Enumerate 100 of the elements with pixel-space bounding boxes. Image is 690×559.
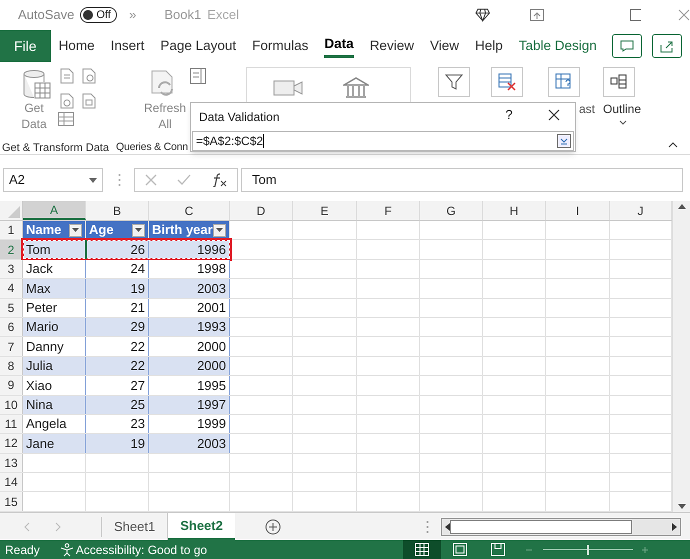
formula-field[interactable]: Tom bbox=[241, 168, 683, 192]
filter-dropdown[interactable] bbox=[69, 224, 82, 237]
normal-view-button[interactable] bbox=[403, 540, 442, 559]
row-header[interactable]: 5 bbox=[0, 298, 23, 317]
range-input[interactable]: =$A$2:$C$2 bbox=[192, 131, 574, 151]
forecast-label: ast bbox=[579, 101, 596, 118]
add-sheet-icon[interactable] bbox=[264, 518, 281, 534]
column-header[interactable]: I bbox=[546, 201, 610, 220]
collapse-icon[interactable] bbox=[668, 142, 678, 148]
ribbon-tab[interactable]: Page Layout bbox=[160, 34, 236, 58]
column-header[interactable]: F bbox=[357, 201, 420, 220]
maximize-icon[interactable] bbox=[630, 9, 642, 21]
video-camera-icon bbox=[273, 79, 303, 97]
share-button[interactable] bbox=[652, 34, 682, 58]
globe-document-icon[interactable] bbox=[60, 93, 74, 109]
column-header[interactable]: E bbox=[293, 201, 357, 220]
active-cell-border bbox=[85, 240, 87, 259]
column-header[interactable]: H bbox=[483, 201, 546, 220]
table-cell: 19 bbox=[86, 434, 149, 453]
check-icon[interactable] bbox=[177, 174, 191, 186]
comments-button[interactable] bbox=[612, 34, 642, 58]
accessibility-status[interactable]: Accessibility: Good to go bbox=[76, 540, 208, 558]
window-icon[interactable] bbox=[530, 9, 544, 21]
what-if-button[interactable] bbox=[548, 67, 580, 97]
ribbon-tab[interactable]: Review bbox=[370, 34, 414, 58]
grid-icon bbox=[415, 543, 430, 556]
dropdown-icon bbox=[89, 178, 97, 182]
dialog-title: Data Validation bbox=[199, 109, 280, 126]
table-cell: 2003 bbox=[149, 279, 230, 298]
document-icon[interactable] bbox=[60, 68, 74, 84]
row-header[interactable]: 15 bbox=[0, 492, 23, 511]
clock-document-icon[interactable] bbox=[82, 68, 96, 84]
row-header[interactable]: 4 bbox=[0, 279, 23, 298]
share-icon bbox=[660, 40, 674, 52]
row-header[interactable]: 8 bbox=[0, 356, 23, 376]
outline-button[interactable]: Outline bbox=[603, 100, 642, 118]
horizontal-scrollbar[interactable] bbox=[440, 518, 681, 536]
ribbon-tab[interactable]: Data bbox=[324, 34, 354, 58]
row-header[interactable]: 13 bbox=[0, 454, 23, 472]
close-icon[interactable] bbox=[548, 109, 560, 121]
name-box[interactable]: A2 bbox=[3, 168, 103, 192]
scroll-down-icon[interactable] bbox=[678, 504, 686, 509]
table-cell: Julia bbox=[23, 356, 86, 376]
vertical-scrollbar[interactable] bbox=[672, 201, 690, 512]
table-cell: Nina bbox=[23, 396, 86, 414]
table-question-icon bbox=[555, 73, 573, 91]
status-text: Ready bbox=[5, 542, 40, 558]
file-tab[interactable]: File bbox=[0, 30, 51, 62]
refresh-all-button[interactable]: Refresh All bbox=[143, 100, 187, 132]
row-header[interactable]: 6 bbox=[0, 318, 23, 336]
diamond-icon[interactable] bbox=[475, 8, 490, 22]
column-header[interactable]: A bbox=[23, 201, 86, 220]
page-layout-icon[interactable] bbox=[453, 543, 468, 556]
table-cell: Jack bbox=[23, 260, 86, 278]
filter-dropdown[interactable] bbox=[132, 224, 145, 237]
ribbon-tab[interactable]: Insert bbox=[110, 34, 144, 58]
ribbon-tab[interactable]: Home bbox=[58, 34, 95, 58]
table-cell: 1998 bbox=[149, 260, 230, 278]
row-header[interactable]: 12 bbox=[0, 434, 23, 453]
column-title: Age bbox=[89, 221, 114, 240]
row-header[interactable]: 14 bbox=[0, 473, 23, 492]
row-header[interactable]: 7 bbox=[0, 337, 23, 356]
column-title: Birth year bbox=[152, 221, 213, 240]
get-data-button[interactable]: Get Data bbox=[14, 100, 54, 132]
accessibility-icon[interactable] bbox=[60, 542, 74, 556]
row-header[interactable]: 9 bbox=[0, 376, 23, 395]
column-header[interactable]: G bbox=[420, 201, 483, 220]
page-break-icon[interactable] bbox=[491, 543, 506, 556]
row-header[interactable]: 10 bbox=[0, 396, 23, 414]
zoom-slider[interactable] bbox=[543, 544, 634, 554]
table-cell: 29 bbox=[86, 318, 149, 336]
database-icon[interactable] bbox=[23, 70, 51, 100]
row-header[interactable]: 2 bbox=[0, 240, 23, 259]
help-button[interactable]: ? bbox=[501, 105, 517, 125]
sheet-tab[interactable]: Sheet2 bbox=[168, 513, 235, 540]
scroll-up-icon[interactable] bbox=[678, 204, 686, 209]
ribbon-tab[interactable]: Help bbox=[474, 34, 503, 58]
row-header[interactable]: 1 bbox=[0, 221, 23, 240]
function-icon[interactable] bbox=[211, 173, 227, 187]
ribbon-tab[interactable]: View bbox=[430, 34, 459, 58]
table-cell: Jane bbox=[23, 434, 86, 453]
grip-icon bbox=[118, 173, 121, 187]
document-icon[interactable] bbox=[82, 93, 96, 109]
row-header[interactable]: 3 bbox=[0, 260, 23, 278]
filter-button[interactable] bbox=[438, 67, 470, 97]
filter-dropdown[interactable] bbox=[213, 224, 226, 237]
ribbon-tab[interactable]: Table Design bbox=[510, 30, 605, 62]
row-header[interactable]: 11 bbox=[0, 414, 23, 434]
column-header[interactable]: D bbox=[230, 201, 293, 220]
autosave-label: AutoSave bbox=[18, 6, 74, 24]
autosave-toggle[interactable]: Off bbox=[80, 7, 118, 23]
pane-icon[interactable] bbox=[190, 68, 206, 84]
column-header[interactable]: B bbox=[86, 201, 149, 220]
table-cell: Angela bbox=[23, 414, 86, 434]
data-tools-button[interactable] bbox=[491, 67, 523, 97]
collapse-dialog-icon[interactable] bbox=[557, 134, 571, 148]
ribbon-tab[interactable]: Formulas bbox=[252, 34, 308, 58]
column-header[interactable]: C bbox=[149, 201, 230, 220]
scroll-right-icon[interactable] bbox=[672, 522, 677, 530]
table-icon[interactable] bbox=[58, 112, 74, 126]
